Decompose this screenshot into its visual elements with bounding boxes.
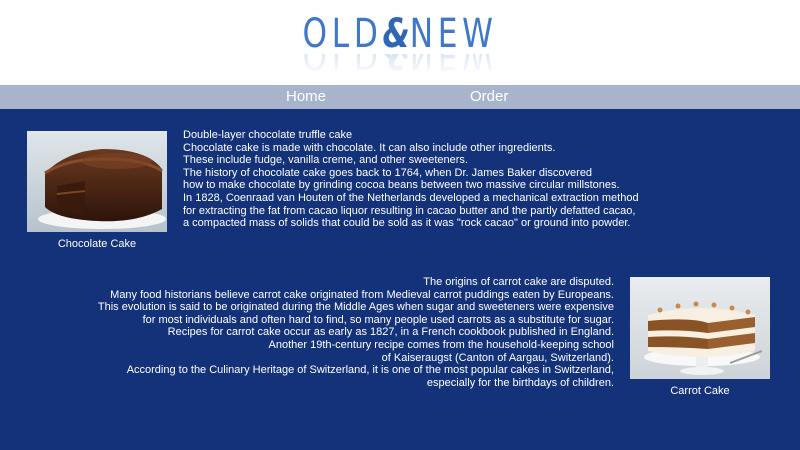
carrot-line: According to the Culinary Heritage of Sw…: [126, 364, 614, 377]
carrot-cake-illustration: [630, 277, 770, 379]
logo-amp: &: [382, 11, 410, 57]
chocolate-line: In 1828, Coenraad van Houten of the Neth…: [183, 191, 639, 204]
carrot-description: The origins of carrot cake are disputed.…: [98, 276, 614, 389]
chocolate-line: how to make chocolate by grinding cocoa …: [183, 179, 620, 192]
carrot-line: especially for the birthdays of children…: [426, 376, 614, 389]
chocolate-line: The history of chocolate cake goes back …: [183, 166, 593, 179]
carrot-line: This evolution is said to be originated …: [97, 301, 614, 314]
chocolate-cake-illustration: [27, 131, 167, 232]
carrot-line: of Kaiseraugst (Canton of Aargau, Switze…: [381, 351, 614, 364]
chocolate-line: Chocolate cake is made with chocolate. I…: [183, 141, 556, 154]
main-content: Chocolate Cake Double-layer chocolate tr…: [0, 109, 800, 450]
carrot-line: Another 19th-century recipe comes from t…: [268, 338, 614, 351]
chocolate-description: Double-layer chocolate truffle cake Choc…: [183, 129, 639, 230]
logo-old: OLD: [302, 11, 383, 57]
chocolate-cake-image: [27, 131, 167, 232]
chocolate-line: Double-layer chocolate truffle cake: [183, 129, 353, 141]
chocolate-line: a compacted mass of solids that could be…: [183, 217, 631, 230]
carrot-cake-image: [630, 277, 770, 379]
chocolate-line: for extracting the fat from cacao liquor…: [183, 204, 636, 217]
nav-home-link[interactable]: Home: [286, 87, 326, 107]
chocolate-line: These include fudge, vanilla creme, and …: [183, 154, 468, 167]
nav-bar: Home Order: [0, 85, 800, 109]
carrot-line: The origins of carrot cake are disputed.: [423, 276, 614, 288]
logo-wrap: OLD&NEW OLD&NEW: [0, 11, 800, 76]
chocolate-cake-caption: Chocolate Cake: [57, 238, 137, 250]
logo-reflection: OLD&NEW: [302, 54, 497, 76]
carrot-line: for most individuals and often hard to f…: [142, 313, 614, 326]
nav-order-link[interactable]: Order: [470, 87, 508, 107]
header: OLD&NEW OLD&NEW: [0, 0, 800, 85]
site-logo[interactable]: OLD&NEW OLD&NEW: [302, 11, 498, 76]
logo-new: NEW: [409, 11, 498, 57]
carrot-cake-caption: Carrot Cake: [670, 385, 730, 397]
carrot-line: Many food historians believe carrot cake…: [110, 288, 614, 301]
carrot-line: Recipes for carrot cake occur as early a…: [167, 326, 614, 339]
